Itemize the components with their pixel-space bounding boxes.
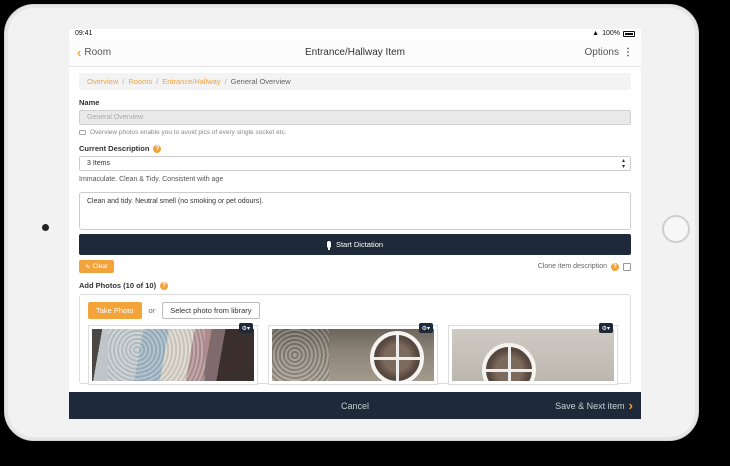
photos-label: Add Photos (10 of 10) ? [79,281,631,290]
help-icon[interactable]: ? [160,281,169,290]
chevron-right-icon: › [628,398,633,413]
page-title: Entrance/Hallway Item [304,47,406,58]
description-label-text: Current Description [79,144,150,153]
photo-frosted-window [92,329,254,381]
round-window-shape [482,343,536,381]
home-button[interactable] [662,215,690,243]
footer-bar: Cancel Save & Next item › [69,392,641,419]
photo-thumbnails: ⚙▾ ⚙▾ ⚙▾ [88,323,622,385]
battery-percent: 100% [602,30,620,37]
status-bar: 09:41 ▲ 100% [69,29,641,39]
gear-icon[interactable]: ⚙▾ [418,323,433,333]
back-button[interactable]: ‹ Room [77,45,111,60]
breadcrumb: Overview / Rooms / Entrance/Hallway / Ge… [79,73,631,90]
clone-description: Clone item description ? [537,262,631,271]
help-icon[interactable]: ? [153,144,162,153]
gear-icon[interactable]: ⚙▾ [598,323,613,333]
clone-label: Clone item description [537,263,607,270]
save-next-label: Save & Next item [555,400,625,411]
battery-icon [623,31,635,37]
or-label: or [148,306,156,315]
options-button[interactable]: Options ⋮ [585,47,633,58]
wifi-icon: ▲ [592,30,600,37]
breadcrumb-current: General Overview [230,77,291,86]
breadcrumb-separator: / [224,77,227,86]
select-arrows-icon: ▴ ▾ [621,157,625,170]
gear-icon[interactable]: ⚙▾ [238,323,253,333]
eraser-icon: ✎ [85,263,91,271]
description-select-value: 3 Items [87,160,110,167]
breadcrumb-separator: / [156,77,159,86]
clear-button[interactable]: ✎ Clear [79,260,114,273]
name-hint-text: Overview photos enable you to avoid pics… [90,129,287,136]
photos-panel: Take Photo or Select photo from library … [79,294,631,385]
save-next-button[interactable]: Save & Next item › [555,398,633,413]
name-hint: Overview photos enable you to avoid pics… [79,129,631,136]
app-screen: 09:41 ▲ 100% ‹ Room Entrance/Hallway Ite… [69,29,641,419]
name-field: General Overview [79,110,631,125]
microphone-icon [326,241,331,250]
photo-thumbnail[interactable]: ⚙▾ [88,323,258,385]
name-label-text: Name [79,98,100,107]
breadcrumb-separator: / [122,77,125,86]
breadcrumb-room[interactable]: Entrance/Hallway [162,77,220,86]
dictation-label: Start Dictation [335,240,384,249]
status-time: 09:41 [75,30,93,37]
photos-label-text: Add Photos (10 of 10) [79,281,157,290]
description-summary: Immaculate. Clean & Tidy. Consistent wit… [79,176,224,183]
photo-thumbnail[interactable]: ⚙▾ [268,323,438,385]
clear-label: Clear [92,263,108,270]
breadcrumb-rooms[interactable]: Rooms [128,77,152,86]
form-content: Overview / Rooms / Entrance/Hallway / Ge… [69,67,641,385]
select-library-button[interactable]: Select photo from library [162,302,260,319]
front-camera [42,224,49,231]
name-label: Name [79,98,631,107]
kebab-icon: ⋮ [623,47,633,58]
breadcrumb-overview[interactable]: Overview [87,77,118,86]
options-label: Options [584,47,619,58]
description-select[interactable]: 3 Items ▴ ▾ [79,156,631,171]
help-icon[interactable]: ? [611,262,619,271]
chevron-left-icon: ‹ [77,45,82,60]
clone-checkbox[interactable] [623,262,631,271]
description-label: Current Description ? [79,144,631,153]
description-textarea[interactable]: Clean and tidy. Neutral smell (no smokin… [79,192,631,230]
comment-icon [79,130,86,135]
round-window-shape [370,331,424,381]
photo-thumbnail[interactable]: ⚙▾ [448,323,618,385]
status-right: ▲ 100% [592,29,635,39]
photo-round-window [272,329,434,381]
photo-hallway-window [452,329,614,381]
photo-actions: Take Photo or Select photo from library [88,302,622,319]
take-photo-button[interactable]: Take Photo [88,302,142,319]
back-label: Room [84,47,112,58]
start-dictation-button[interactable]: Start Dictation [79,234,631,255]
cancel-button[interactable]: Cancel [341,401,369,411]
clear-row: ✎ Clear Clone item description ? [79,260,631,273]
nav-bar: ‹ Room Entrance/Hallway Item Options ⋮ [69,39,641,67]
